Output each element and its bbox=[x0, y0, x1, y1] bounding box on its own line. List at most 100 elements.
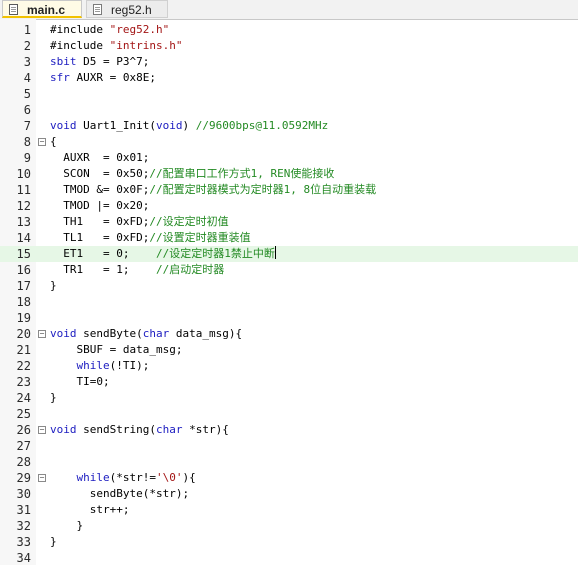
code-token: //配置串口工作方式1, REN使能接收 bbox=[149, 167, 335, 180]
code-line[interactable]: 31 str++; bbox=[0, 502, 578, 518]
line-number: 26 bbox=[16, 423, 31, 437]
line-number: 29 bbox=[16, 471, 31, 485]
code-line[interactable]: 34 bbox=[0, 550, 578, 566]
code-line[interactable]: 1 #include "reg52.h" bbox=[0, 22, 578, 38]
code-text: TMOD &= 0x0F;//配置定时器模式为定时器1, 8位自动重装载 bbox=[50, 182, 376, 198]
code-token: TI=0; bbox=[50, 375, 110, 388]
code-token: void bbox=[50, 423, 77, 436]
code-token: sendByte( bbox=[76, 327, 143, 340]
code-text: AUXR = 0x01; bbox=[50, 150, 149, 166]
code-token: SBUF = data_msg; bbox=[50, 343, 183, 356]
text-caret bbox=[274, 246, 276, 259]
tab-reg52-h[interactable]: reg52.h bbox=[86, 0, 168, 18]
code-token: while bbox=[76, 471, 110, 484]
code-line[interactable]: 29− while(*str!='\0'){ bbox=[0, 470, 578, 486]
code-line[interactable]: 20− void sendByte(char data_msg){ bbox=[0, 326, 578, 342]
line-number: 13 bbox=[16, 215, 31, 229]
code-text: TR1 = 1; //启动定时器 bbox=[50, 262, 224, 278]
line-number: 27 bbox=[16, 439, 31, 453]
code-text: TH1 = 0xFD;//设定定时初值 bbox=[50, 214, 229, 230]
file-icon bbox=[93, 4, 102, 15]
code-token: char bbox=[142, 327, 170, 340]
code-line[interactable]: 8−{ bbox=[0, 134, 578, 150]
code-line[interactable]: 30 sendByte(*str); bbox=[0, 486, 578, 502]
code-token: //9600bps@11.0592MHz bbox=[195, 119, 329, 132]
code-line[interactable]: 23 TI=0; bbox=[0, 374, 578, 390]
line-number: 7 bbox=[23, 119, 31, 133]
code-text: { bbox=[50, 134, 57, 150]
code-token: ) bbox=[182, 119, 196, 132]
code-token: (!TI); bbox=[109, 359, 150, 372]
code-text: } bbox=[50, 534, 57, 550]
code-token: TMOD |= 0x20; bbox=[50, 199, 150, 212]
code-token: '\0' bbox=[155, 471, 183, 484]
line-number: 24 bbox=[16, 391, 31, 405]
code-line[interactable]: 21 SBUF = data_msg; bbox=[0, 342, 578, 358]
fold-toggle-icon[interactable]: − bbox=[38, 330, 46, 338]
line-number: 30 bbox=[16, 487, 31, 501]
line-number: 6 bbox=[23, 103, 31, 117]
code-token: AUXR = 0x8E; bbox=[69, 71, 156, 84]
code-line[interactable]: 4 sfr AUXR = 0x8E; bbox=[0, 70, 578, 86]
code-text: void Uart1_Init(void) //9600bps@11.0592M… bbox=[50, 118, 328, 134]
code-text: while(*str!='\0'){ bbox=[50, 470, 196, 486]
line-number: 10 bbox=[16, 167, 31, 181]
code-line[interactable]: 19 bbox=[0, 310, 578, 326]
code-line[interactable]: 15 ET1 = 0; //设定定时器1禁止中断 bbox=[0, 246, 578, 262]
code-line[interactable]: 7 void Uart1_Init(void) //9600bps@11.0592… bbox=[0, 118, 578, 134]
tab-label: main.c bbox=[27, 3, 66, 17]
line-number: 14 bbox=[16, 231, 31, 245]
code-text: sendByte(*str); bbox=[50, 486, 189, 502]
tab-main-c[interactable]: main.c bbox=[2, 0, 82, 18]
line-number: 32 bbox=[16, 519, 31, 533]
code-token: TL1 = 0xFD; bbox=[50, 231, 150, 244]
code-line[interactable]: 5 bbox=[0, 86, 578, 102]
file-icon bbox=[9, 4, 18, 15]
line-number: 2 bbox=[23, 39, 31, 53]
fold-toggle-icon[interactable]: − bbox=[38, 138, 46, 146]
code-token: *str){ bbox=[182, 423, 229, 436]
code-line[interactable]: 22 while(!TI); bbox=[0, 358, 578, 374]
code-line[interactable]: 32 } bbox=[0, 518, 578, 534]
code-token: { bbox=[50, 135, 57, 148]
code-line[interactable]: 18 bbox=[0, 294, 578, 310]
code-line[interactable]: 2 #include "intrins.h" bbox=[0, 38, 578, 54]
fold-toggle-icon[interactable]: − bbox=[38, 426, 46, 434]
code-line[interactable]: 28 bbox=[0, 454, 578, 470]
code-line[interactable]: 24} bbox=[0, 390, 578, 406]
code-text: SBUF = data_msg; bbox=[50, 342, 182, 358]
code-text: while(!TI); bbox=[50, 358, 150, 374]
code-line[interactable]: 13 TH1 = 0xFD;//设定定时初值 bbox=[0, 214, 578, 230]
code-line[interactable]: 3 sbit D5 = P3^7; bbox=[0, 54, 578, 70]
code-text: } bbox=[50, 278, 57, 294]
code-line[interactable]: 9 AUXR = 0x01; bbox=[0, 150, 578, 166]
code-line[interactable]: 11 TMOD &= 0x0F;//配置定时器模式为定时器1, 8位自动重装载 bbox=[0, 182, 578, 198]
code-line[interactable]: 6 bbox=[0, 102, 578, 118]
code-text: str++; bbox=[50, 502, 130, 518]
code-line[interactable]: 17} bbox=[0, 278, 578, 294]
line-number: 11 bbox=[16, 183, 31, 197]
code-token: //设定定时器1禁止中断 bbox=[155, 247, 275, 260]
code-line[interactable]: 16 TR1 = 1; //启动定时器 bbox=[0, 262, 578, 278]
line-number: 17 bbox=[16, 279, 31, 293]
fold-toggle-icon[interactable]: − bbox=[38, 474, 46, 482]
code-token: while bbox=[76, 359, 110, 372]
code-line[interactable]: 27 bbox=[0, 438, 578, 454]
code-line[interactable]: 26− void sendString(char *str){ bbox=[0, 422, 578, 438]
code-line[interactable]: 10 SCON = 0x50;//配置串口工作方式1, REN使能接收 bbox=[0, 166, 578, 182]
code-editor[interactable]: 1 #include "reg52.h" 2 #include "intrins.h"… bbox=[0, 19, 578, 565]
code-line[interactable]: 25 bbox=[0, 406, 578, 422]
line-number: 16 bbox=[16, 263, 31, 277]
code-token: } bbox=[50, 391, 57, 404]
tab-bar: main.c reg52.h bbox=[0, 0, 578, 20]
code-token: "intrins.h" bbox=[109, 39, 183, 52]
line-number: 8 bbox=[23, 135, 31, 149]
line-number: 4 bbox=[23, 71, 31, 85]
code-text: #include "intrins.h" bbox=[50, 38, 182, 54]
code-token: char bbox=[155, 423, 183, 436]
code-line[interactable]: 12 TMOD |= 0x20; bbox=[0, 198, 578, 214]
code-text: ET1 = 0; //设定定时器1禁止中断 bbox=[50, 246, 276, 262]
code-line[interactable]: 14 TL1 = 0xFD;//设置定时器重装值 bbox=[0, 230, 578, 246]
code-token: //设定定时初值 bbox=[149, 215, 229, 228]
code-line[interactable]: 33} bbox=[0, 534, 578, 550]
